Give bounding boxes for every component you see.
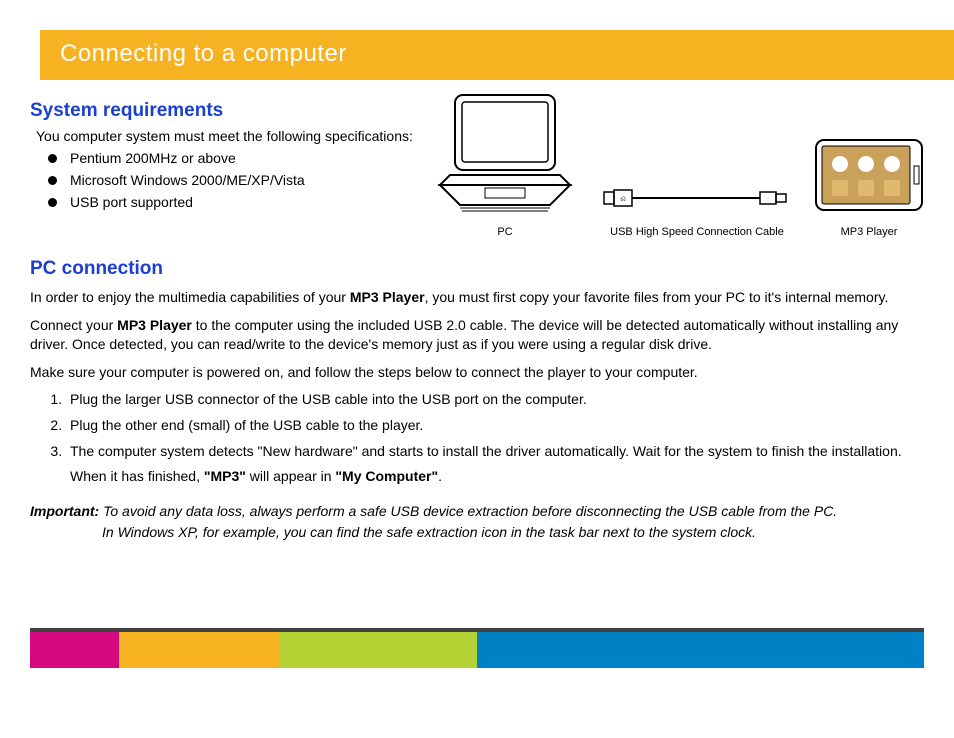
pcconn-p3: Make sure your computer is powered on, a… bbox=[30, 363, 924, 383]
cable-illustration: ⎌ USB High Speed Connection Cable bbox=[602, 180, 792, 238]
pcconn-p1: In order to enjoy the multimedia capabil… bbox=[30, 288, 924, 308]
pcconn-heading: PC connection bbox=[30, 258, 924, 280]
list-item: Plug the other end (small) of the USB ca… bbox=[66, 416, 924, 436]
footer-stripe bbox=[30, 628, 924, 668]
steps-list: Plug the larger USB connector of the USB… bbox=[30, 390, 924, 486]
list-item: Microsoft Windows 2000/ME/XP/Vista bbox=[48, 172, 420, 188]
list-item: Pentium 200MHz or above bbox=[48, 150, 420, 166]
list-item: Plug the larger USB connector of the USB… bbox=[66, 390, 924, 410]
pc-label: PC bbox=[497, 226, 512, 238]
stripe-orange bbox=[119, 632, 280, 668]
sysreq-list: Pentium 200MHz or above Microsoft Window… bbox=[48, 150, 420, 210]
mp3-label: MP3 Player bbox=[841, 226, 898, 238]
important-note: Important: To avoid any data loss, alway… bbox=[30, 501, 924, 543]
list-item: The computer system detects "New hardwar… bbox=[66, 442, 924, 487]
sysreq-intro: You computer system must meet the follow… bbox=[36, 128, 420, 144]
list-item: USB port supported bbox=[48, 194, 420, 210]
svg-text:⎌: ⎌ bbox=[620, 196, 626, 203]
pc-illustration: PC bbox=[430, 90, 580, 238]
stripe-green bbox=[280, 632, 477, 668]
stripe-magenta bbox=[30, 632, 119, 668]
mp3-illustration: MP3 Player bbox=[814, 130, 924, 238]
cable-label: USB High Speed Connection Cable bbox=[610, 226, 784, 238]
sysreq-heading: System requirements bbox=[30, 100, 420, 122]
page-title: Connecting to a computer bbox=[40, 30, 954, 80]
connection-diagram: PC ⎌ USB High Speed Connection Cable bbox=[430, 80, 924, 238]
pcconn-p2: Connect your MP3 Player to the computer … bbox=[30, 316, 924, 355]
stripe-blue bbox=[477, 632, 924, 668]
